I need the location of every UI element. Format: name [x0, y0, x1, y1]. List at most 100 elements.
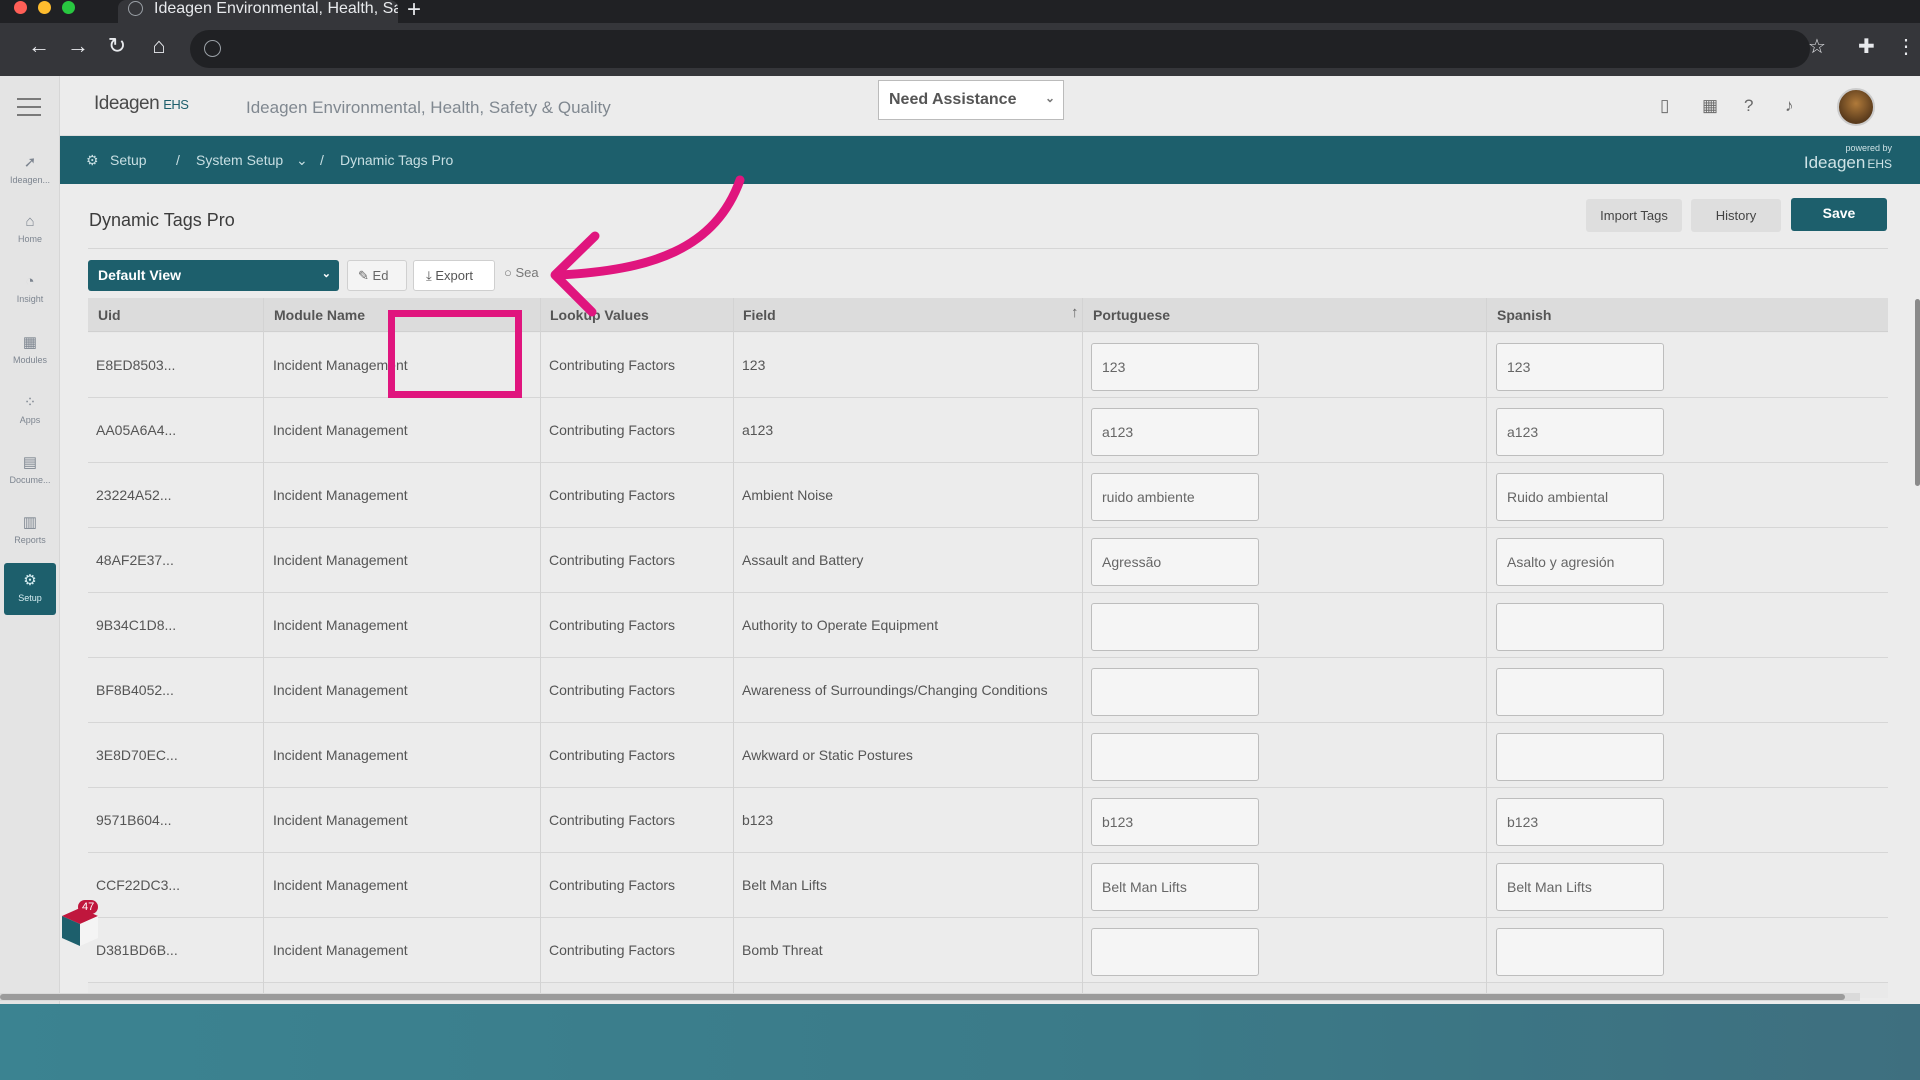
column-header-lookup-values[interactable]: Lookup Values — [550, 307, 649, 323]
column-header-uid[interactable]: Uid — [98, 307, 121, 323]
new-tab-button[interactable]: + — [407, 0, 421, 24]
spanish-input[interactable] — [1496, 668, 1664, 716]
maximize-window-button[interactable] — [62, 1, 75, 14]
reload-icon[interactable]: ↻ — [102, 33, 132, 59]
chevron-down-icon[interactable]: ⌄ — [296, 152, 308, 169]
address-bar[interactable] — [190, 30, 1810, 68]
cell-module-name: Incident Management — [273, 617, 408, 633]
spanish-input[interactable]: Asalto y agresión — [1496, 538, 1664, 586]
table-row[interactable]: AA05A6A4... Incident Management Contributi… — [88, 398, 1888, 463]
mobile-icon[interactable]: ▯ — [1660, 96, 1669, 116]
extensions-icon[interactable]: ✚ — [1858, 34, 1875, 59]
back-icon[interactable]: ← — [24, 33, 54, 59]
spanish-input[interactable]: Belt Man Lifts — [1496, 863, 1664, 911]
column-header-field[interactable]: Field — [743, 307, 776, 323]
site-info-icon[interactable] — [204, 40, 221, 57]
calendar-icon[interactable]: ▦ — [1702, 96, 1718, 116]
cell-field: Bomb Threat — [742, 942, 823, 958]
table-row[interactable]: BF8B4052... Incident Management Contributi… — [88, 658, 1888, 723]
vertical-scrollbar[interactable] — [1915, 299, 1920, 486]
portuguese-input[interactable]: 123 — [1091, 343, 1259, 391]
portuguese-input[interactable] — [1091, 733, 1259, 781]
view-select-value: Default View — [98, 267, 181, 283]
spanish-input[interactable]: Ruido ambiental — [1496, 473, 1664, 521]
help-icon[interactable]: ? — [1744, 96, 1753, 116]
hamburger-menu-icon[interactable] — [17, 98, 41, 122]
need-assistance-dropdown[interactable]: Need Assistance ⌄ — [878, 80, 1064, 120]
portuguese-input[interactable]: b123 — [1091, 798, 1259, 846]
browser-toolbar: ← → ↻ ⌂ ☆ ✚ ⋮ — [0, 23, 1920, 76]
export-button[interactable]: ⤓ Export — [413, 260, 495, 291]
bell-icon[interactable]: ♪ — [1785, 96, 1794, 116]
column-divider — [263, 298, 264, 998]
nav-item-home[interactable]: ⌂ Home — [4, 205, 56, 257]
table-row[interactable]: CCF22DC3... Incident Management Contributi… — [88, 853, 1888, 918]
column-header-spanish[interactable]: Spanish — [1497, 307, 1551, 323]
portuguese-input[interactable]: Belt Man Lifts — [1091, 863, 1259, 911]
nav-item-ideagen[interactable]: ➚ Ideagen... — [4, 145, 56, 197]
cell-field: Belt Man Lifts — [742, 877, 827, 893]
help-widget[interactable]: 47 — [58, 900, 99, 952]
apps-icon: ⁘ — [23, 394, 37, 411]
browser-menu-icon[interactable]: ⋮ — [1896, 34, 1916, 59]
cell-module-name: Incident Management — [273, 422, 408, 438]
portuguese-input[interactable] — [1091, 668, 1259, 716]
spanish-input[interactable] — [1496, 733, 1664, 781]
breadcrumb-current: Dynamic Tags Pro — [340, 152, 454, 168]
close-window-button[interactable] — [14, 1, 27, 14]
view-select[interactable]: Default View ⌄ — [88, 260, 339, 291]
breadcrumb-setup[interactable]: Setup — [110, 152, 147, 168]
spanish-input[interactable] — [1496, 603, 1664, 651]
table-row[interactable]: 48AF2E37... Incident Management Contributi… — [88, 528, 1888, 593]
table-row[interactable]: 9571B604... Incident Management Contributi… — [88, 788, 1888, 853]
cell-lookup-values: Contributing Factors — [549, 422, 676, 438]
forward-icon[interactable]: → — [63, 33, 93, 59]
history-button[interactable]: History — [1691, 199, 1781, 232]
portuguese-input[interactable] — [1091, 603, 1259, 651]
nav-item-insight[interactable]: ◔ Insight — [4, 265, 56, 317]
spanish-input[interactable]: 123 — [1496, 343, 1664, 391]
cell-field: Assault and Battery — [742, 552, 864, 568]
nav-item-documents[interactable]: ▤ Docume... — [4, 445, 56, 497]
home-icon[interactable]: ⌂ — [144, 33, 174, 59]
spanish-input[interactable]: b123 — [1496, 798, 1664, 846]
search-input[interactable]: ○ Sea — [504, 265, 539, 280]
nav-label: Setup — [18, 593, 42, 603]
table-row[interactable]: 23224A52... Incident Management Contributi… — [88, 463, 1888, 528]
app-title: Ideagen Environmental, Health, Safety & … — [246, 98, 611, 117]
table-row[interactable]: 3E8D70EC... Incident Management Contributi… — [88, 723, 1888, 788]
cell-module-name: Incident Management — [273, 942, 408, 958]
cell-module-name: Incident Management — [273, 682, 408, 698]
table-row[interactable]: E8ED8503... Incident Management Contributi… — [88, 333, 1888, 398]
table-row[interactable]: 9B34C1D8... Incident Management Contributi… — [88, 593, 1888, 658]
nav-item-modules[interactable]: ▦ Modules — [4, 325, 56, 377]
spanish-input[interactable]: a123 — [1496, 408, 1664, 456]
ideagen-logo[interactable]: Ideagen EHS — [94, 93, 189, 115]
nav-item-reports[interactable]: ▥ Reports — [4, 505, 56, 557]
import-tags-button[interactable]: Import Tags — [1586, 199, 1682, 232]
portuguese-input[interactable] — [1091, 928, 1259, 976]
column-header-module-name[interactable]: Module Name — [274, 307, 365, 323]
column-header-portuguese[interactable]: Portuguese — [1093, 307, 1170, 323]
avatar[interactable] — [1837, 88, 1875, 126]
cell-uid: 3E8D70EC... — [96, 747, 178, 763]
nav-item-apps[interactable]: ⁘ Apps — [4, 385, 56, 437]
spanish-input[interactable] — [1496, 928, 1664, 976]
save-button[interactable]: Save — [1791, 198, 1887, 231]
breadcrumb-separator: / — [320, 152, 324, 168]
cell-field: Ambient Noise — [742, 487, 834, 503]
portuguese-input[interactable]: ruido ambiente — [1091, 473, 1259, 521]
cell-lookup-values: Contributing Factors — [549, 617, 676, 633]
minimize-window-button[interactable] — [38, 1, 51, 14]
table-row[interactable]: D381BD6B... Incident Management Contributi… — [88, 918, 1888, 983]
sort-up-icon[interactable]: ↑ — [1071, 304, 1079, 321]
nav-item-setup[interactable]: ⚙ Setup — [4, 563, 56, 615]
breadcrumb-system-setup[interactable]: System Setup — [196, 152, 283, 168]
edit-button[interactable]: ✎ Ed — [347, 260, 407, 291]
horizontal-scrollbar[interactable] — [0, 993, 1860, 1001]
portuguese-input[interactable]: Agressão — [1091, 538, 1259, 586]
portuguese-input[interactable]: a123 — [1091, 408, 1259, 456]
bookmark-star-icon[interactable]: ☆ — [1808, 34, 1826, 59]
browser-tab[interactable]: Ideagen Environmental, Health, Sa — [118, 0, 398, 23]
logo-text: Ideagen — [94, 93, 160, 114]
